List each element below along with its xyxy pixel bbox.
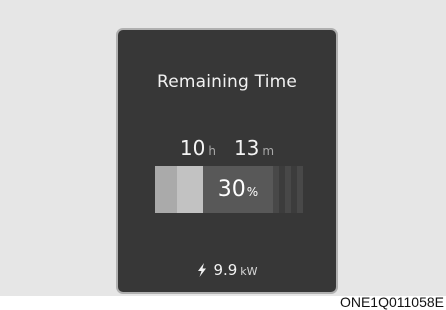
figure: Remaining Time 10 h 13 m 30 % 9.9 kW ONE… (0, 0, 446, 310)
battery-percent-unit: % (246, 185, 259, 199)
minutes-unit: m (262, 144, 275, 158)
battery-percent-value: 30 (217, 177, 246, 202)
hours-value: 10 (179, 136, 206, 160)
remaining-time-value: 10 h 13 m (118, 136, 336, 160)
battery-charged-segment (155, 166, 203, 213)
charging-display: Remaining Time 10 h 13 m 30 % 9.9 kW (116, 28, 338, 294)
remaining-time-title: Remaining Time (156, 72, 298, 92)
figure-caption: ONE1Q011058E (339, 294, 444, 310)
power-value: 9.9 (213, 261, 238, 279)
battery-percent: 30 % (203, 166, 273, 213)
lightning-bolt-icon (196, 262, 208, 277)
hours-unit: h (208, 144, 216, 158)
minutes-value: 13 (233, 136, 260, 160)
charging-power: 9.9 kW (118, 260, 336, 279)
power-unit: kW (240, 265, 258, 278)
battery-level-bar: 30 % (155, 166, 303, 213)
battery-empty-segment (273, 166, 303, 213)
